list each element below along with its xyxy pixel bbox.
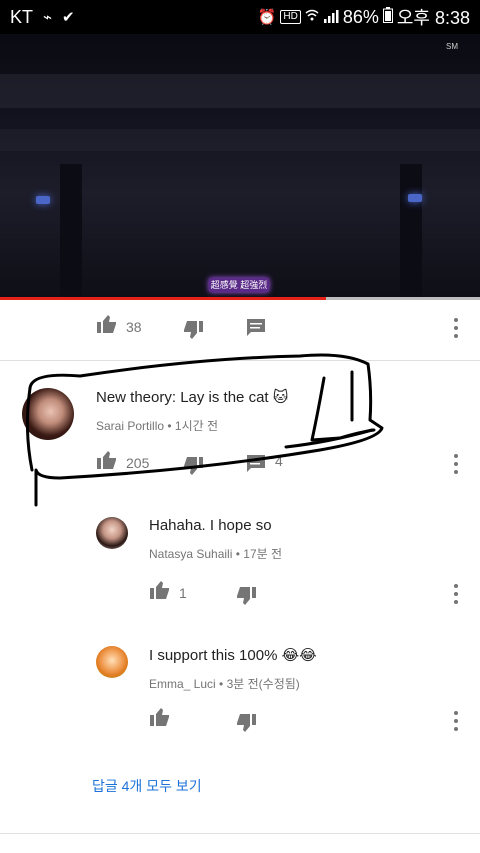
divider	[0, 833, 480, 834]
wifi-icon	[305, 8, 319, 26]
comment-text: New theory: Lay is the cat 🐱	[96, 389, 289, 406]
reply-actions: 1	[149, 580, 256, 605]
view-all-replies-link[interactable]: 답글 4개 모두 보기	[92, 776, 202, 796]
avatar[interactable]	[22, 388, 74, 440]
avatar[interactable]	[96, 517, 128, 549]
comment-icon[interactable]	[246, 318, 266, 343]
video-player[interactable]: SM 超感覺 超強烈	[0, 34, 480, 300]
video-subtitle: 超感覺 超強烈	[209, 278, 269, 292]
dislike-icon[interactable]	[182, 320, 204, 345]
battery-icon	[382, 6, 393, 28]
video-progress-fill	[0, 297, 327, 300]
reply-more-icon[interactable]	[452, 584, 460, 604]
like-count: 205	[126, 454, 150, 471]
reply-actions	[149, 707, 256, 732]
like-icon[interactable]	[149, 707, 171, 732]
comment-meta: Sarai Portillo • 1시간 전	[96, 419, 219, 433]
comment-more-icon[interactable]	[452, 454, 460, 474]
reply-meta: Emma_ Luci • 3분 전(수정됨)	[149, 677, 300, 691]
alarm-icon: ⏰	[257, 9, 277, 26]
avatar[interactable]	[96, 646, 128, 678]
reply-text: I support this 100% 😂😂	[149, 647, 317, 664]
comment-actions: 205 4	[96, 450, 283, 475]
divider	[0, 360, 480, 361]
signal-icon	[323, 7, 339, 28]
reply-meta: Natasya Suhaili • 17분 전	[149, 547, 283, 561]
carrier-label: KT	[10, 6, 34, 27]
comment-time: 1시간 전	[174, 419, 219, 433]
comment-author[interactable]: Sarai Portillo	[96, 419, 164, 433]
reply-text: Hahaha. I hope so	[149, 517, 272, 534]
video-more-icon[interactable]	[452, 318, 460, 338]
video-progress-bar[interactable]	[0, 297, 480, 300]
like-icon[interactable]	[96, 450, 118, 475]
like-count: 38	[126, 318, 142, 335]
reply-count: 4	[275, 453, 283, 469]
cat-emoji-icon: 🐱	[272, 389, 289, 406]
channel-logo: SM	[446, 42, 458, 51]
reply-icon[interactable]	[246, 454, 266, 479]
hd-badge: HD	[280, 10, 301, 24]
dislike-icon[interactable]	[235, 586, 257, 611]
reply-more-icon[interactable]	[452, 711, 460, 731]
battery-percent: 86%	[342, 6, 379, 27]
reply-time: 3분 전(수정됨)	[226, 677, 300, 691]
status-bar: KT ⌁ ✔ ⏰ HD 86% 오후 8:38	[0, 0, 480, 34]
like-icon[interactable]	[96, 314, 118, 339]
reply-author[interactable]: Natasya Suhaili	[149, 547, 232, 561]
dislike-icon[interactable]	[235, 713, 257, 738]
like-icon[interactable]	[149, 580, 171, 605]
notification-icon: ✔	[62, 9, 75, 26]
video-actions: 38	[96, 314, 265, 339]
pill-icon: ⌁	[43, 9, 53, 26]
reply-author[interactable]: Emma_ Luci	[149, 677, 216, 691]
clock: 오후 8:38	[396, 8, 470, 28]
like-count: 1	[179, 584, 187, 601]
reply-time: 17분 전	[243, 547, 283, 561]
dislike-icon[interactable]	[182, 456, 204, 481]
